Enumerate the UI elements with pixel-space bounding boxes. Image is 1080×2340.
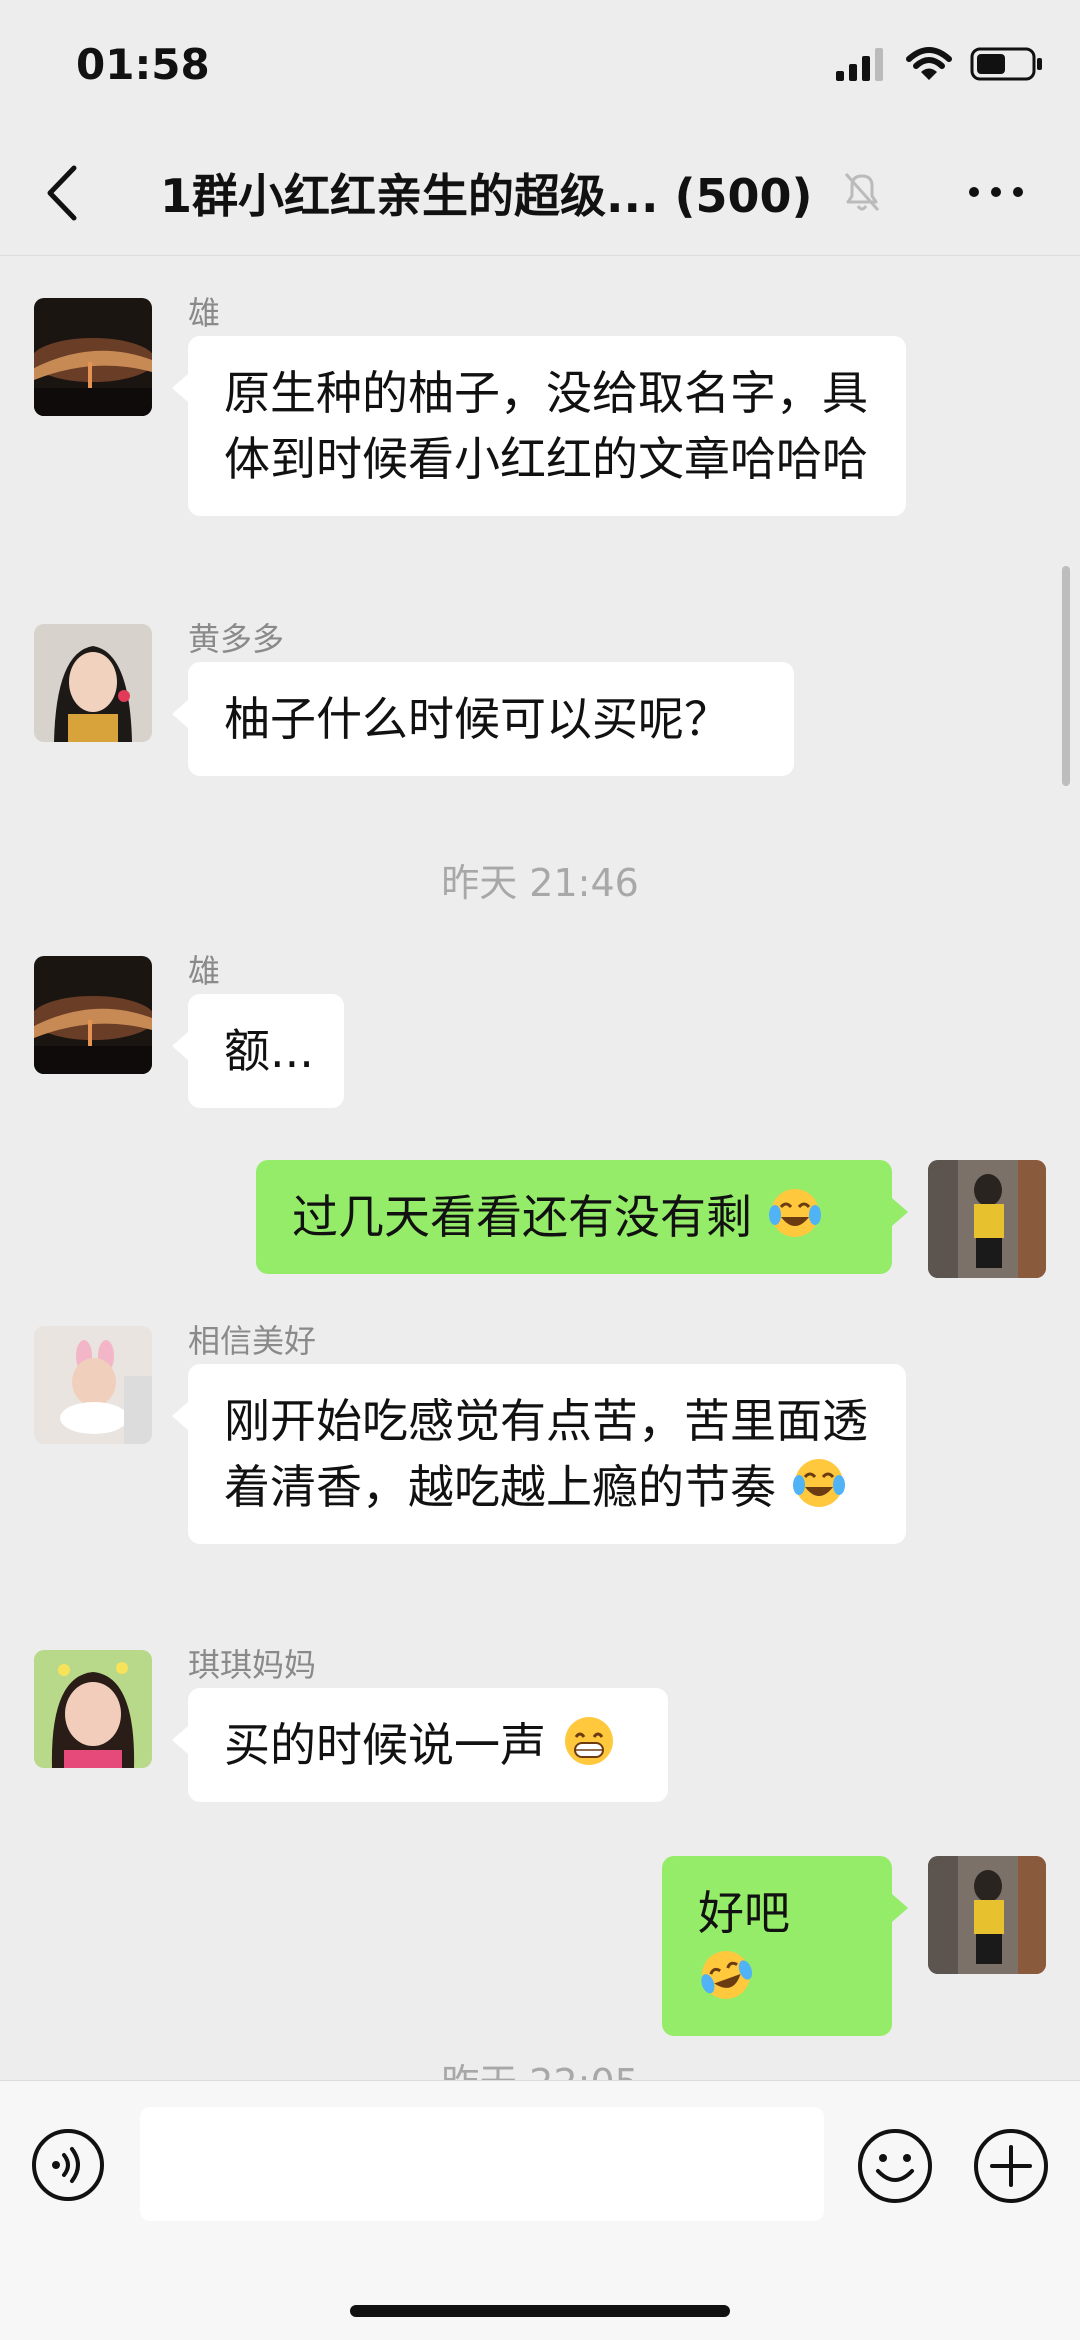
message-text: 好吧 [698,1886,790,1940]
avatar[interactable] [34,1326,152,1444]
more-dots-icon[interactable] [966,182,1026,202]
sender-name: 雄 [188,952,221,990]
signal-icon [836,48,883,81]
message-bubble[interactable]: 柚子什么时候可以买呢？ [172,662,794,776]
message-bubble[interactable]: 刚开始吃感觉有点苦，苦里面透着清香，越吃越上瘾的节奏 [172,1364,906,1544]
timestamp: 昨天 22:05 [0,2052,1080,2080]
avatar[interactable] [928,1160,1046,1278]
status-icons [836,46,1044,82]
sender-name: 雄 [188,294,221,332]
message-bubble[interactable]: 原生种的柚子，没给取名字，具体到时候看小红红的文章哈哈哈 [172,336,906,516]
laugh-cry-emoji [792,1459,845,1507]
message-text: 原生种的柚子，没给取名字，具体到时候看小红红的文章哈哈哈 [224,366,868,486]
message-list[interactable]: 雄 原生种的柚子，没给取名字，具体到时候看小红红的文章哈哈哈 黄多多 柚子什么时… [0,256,1080,2080]
chat-title[interactable]: 1群小红红亲生的超级... (500) [160,160,813,226]
grin-emoji [564,1717,613,1765]
message-bubble[interactable]: 额... [172,994,344,1108]
message-input[interactable] [140,2107,824,2221]
plus-icon[interactable] [972,2127,1050,2205]
message-text: 额... [224,1024,314,1078]
wifi-icon [906,47,952,80]
home-indicator[interactable] [350,2305,730,2317]
avatar[interactable] [34,1650,152,1768]
chat-header: 1群小红红亲生的超级... (500) [0,130,1080,256]
message-text: 刚开始吃感觉有点苦，苦里面透着清香，越吃越上瘾的节奏 [224,1394,868,1514]
status-bar: 01:58 [0,0,1080,130]
smiley-icon[interactable] [856,2127,934,2205]
avatar[interactable] [928,1856,1046,1974]
chevron-left-icon[interactable] [38,158,88,228]
sender-name: 相信美好 [188,1322,317,1360]
battery-icon [970,47,1042,81]
message-bubble[interactable]: 好吧 [662,1856,908,2036]
voice-icon[interactable] [30,2127,106,2203]
bell-slash-icon [844,173,880,211]
sender-name: 黄多多 [188,620,285,658]
message-bubble[interactable]: 过几天看看还有没有剩 [256,1160,908,1274]
timestamp: 昨天 21:46 [441,861,639,905]
message-text: 过几天看看还有没有剩 [292,1190,752,1244]
message-text: 柚子什么时候可以买呢？ [224,692,730,746]
avatar[interactable] [34,624,152,742]
input-bar [0,2080,1080,2340]
scrollbar[interactable] [1062,566,1070,786]
avatar[interactable] [34,956,152,1074]
avatar[interactable] [34,298,152,416]
message-bubble[interactable]: 买的时候说一声 [172,1688,668,1802]
laugh-cry-emoji [768,1189,821,1237]
status-time: 01:58 [76,40,210,89]
laugh-cry-tilted-emoji [701,1951,753,1999]
sender-name: 琪琪妈妈 [188,1646,317,1684]
message-text: 买的时候说一声 [224,1718,546,1772]
